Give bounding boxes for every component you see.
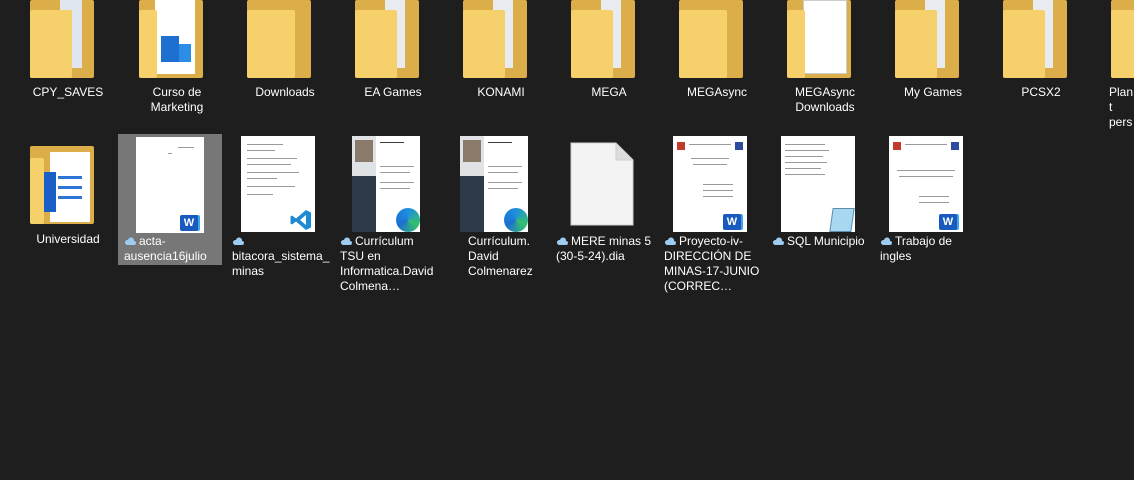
file-item-proyecto-iv[interactable]: W Proyecto-iv-DIRECCIÓN DE MINAS-17-JUNI… (658, 134, 759, 294)
folder-label: MEGAsync (686, 85, 747, 99)
folder-label: Plant pers de O (1109, 85, 1134, 129)
folder-item-curso-de-marketing[interactable]: Curso de Marketing (127, 0, 227, 120)
notepad-icon (829, 208, 855, 232)
folder-icon (30, 0, 94, 78)
folder-label: Downloads (255, 85, 315, 99)
folder-item-pcsx2[interactable]: PCSX2 (991, 0, 1091, 120)
cloud-status-icon (880, 234, 892, 245)
folder-with-page-icon (787, 0, 851, 78)
word-doc-thumbnail: W (136, 137, 204, 233)
file-item-acta-ausencia[interactable]: W acta-ausencia16julio (118, 134, 222, 265)
file-item-bitacora[interactable]: bitacora_sistema_minas (226, 134, 329, 278)
folder-label: CPY_SAVES (32, 85, 104, 99)
cloud-status-icon (340, 234, 352, 245)
folder-icon (463, 0, 527, 78)
folder-label: Curso de Marketing (150, 85, 204, 114)
folder-icon (895, 0, 959, 78)
folder-item-mega[interactable]: MEGA (559, 0, 659, 120)
folder-item-megasync-downloads[interactable]: MEGAsync Downloads (775, 0, 875, 120)
cloud-status-icon (664, 234, 676, 245)
folder-icon (247, 0, 311, 78)
folder-item-universidad[interactable]: Universidad (18, 134, 118, 254)
folder-label: MEGAsync Downloads (794, 85, 855, 114)
word-icon: W (723, 214, 741, 230)
file-label: bitacora_sistema_minas (232, 234, 330, 279)
cloud-status-icon (124, 234, 136, 245)
edge-icon (396, 208, 420, 232)
edge-icon (504, 208, 528, 232)
file-label: acta-ausencia16julio (124, 234, 207, 263)
folder-icon (1111, 0, 1134, 78)
file-label: SQL Municipio (772, 234, 870, 249)
folder-label: My Games (903, 85, 962, 99)
folder-icon (571, 0, 635, 78)
file-label: Proyecto-iv-DIRECCIÓN DE MINAS-17-JUNIO … (664, 234, 760, 293)
folder-item-konami[interactable]: KONAMI (451, 0, 551, 120)
file-item-mere-minas[interactable]: MERE minas 5 (30-5-24).dia (550, 134, 651, 264)
word-doc-thumbnail: W (673, 136, 747, 232)
notepad-doc-thumbnail (781, 136, 855, 232)
file-item-trabajo-de-ingles[interactable]: W Trabajo de ingles (874, 134, 974, 264)
file-item-curriculum-david[interactable]: Currículum. David Colmenarez (442, 134, 542, 294)
folder-with-image-icon (139, 0, 203, 78)
folder-label: PCSX2 (1021, 85, 1061, 99)
folder-label: EA Games (364, 85, 422, 99)
folder-with-word-icon (30, 146, 94, 224)
edge-pdf-thumbnail (352, 136, 420, 232)
cloud-status-icon (232, 234, 244, 245)
folder-label: MEGA (591, 85, 627, 99)
folder-label: Universidad (36, 232, 100, 246)
blank-file-icon (570, 142, 634, 226)
cloud-status-icon (556, 234, 568, 245)
folder-item-megasync[interactable]: MEGAsync (667, 0, 767, 120)
folder-item-downloads[interactable]: Downloads (235, 0, 335, 120)
folder-icon (679, 0, 743, 78)
folder-label: KONAMI (477, 85, 525, 99)
vscode-icon (289, 208, 313, 232)
folder-icon (355, 0, 419, 78)
vscode-doc-thumbnail (241, 136, 315, 232)
folder-item-ea-games[interactable]: EA Games (343, 0, 443, 120)
file-item-curriculum-tsu[interactable]: Currículum TSU en Informatica.David Colm… (334, 134, 434, 294)
file-label: Currículum. David Colmenarez (468, 234, 533, 278)
file-label: MERE minas 5 (30-5-24).dia (556, 234, 652, 263)
folder-item-my-games[interactable]: My Games (883, 0, 983, 120)
folder-icon (1003, 0, 1067, 78)
folder-item-plantillas[interactable]: Plant pers de O (1099, 0, 1134, 130)
file-item-sql-municipio[interactable]: SQL Municipio (766, 134, 866, 264)
word-icon: W (939, 214, 957, 230)
folder-item-cpy-saves[interactable]: CPY_SAVES (18, 0, 118, 120)
cloud-status-icon (772, 234, 784, 245)
word-icon: W (180, 215, 198, 231)
word-doc-thumbnail: W (889, 136, 963, 232)
file-label: Trabajo de ingles (880, 234, 952, 263)
edge-pdf-thumbnail (460, 136, 528, 232)
file-label: Currículum TSU en Informatica.David Colm… (340, 234, 434, 293)
